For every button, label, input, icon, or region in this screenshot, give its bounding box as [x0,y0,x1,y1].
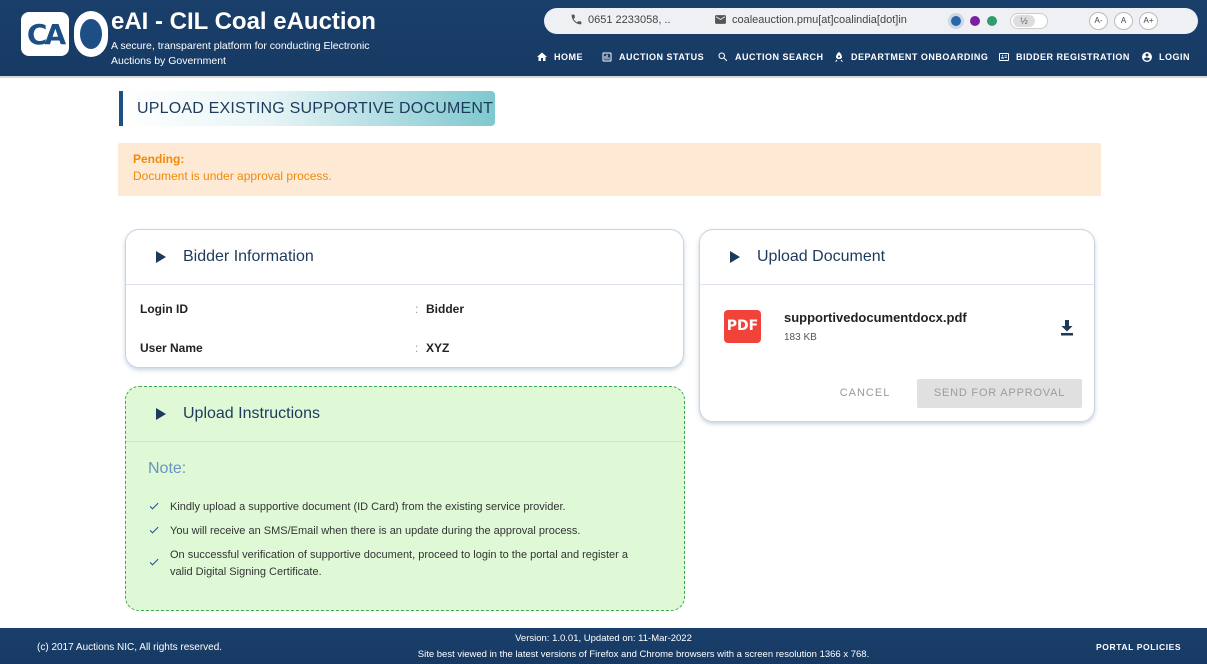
theme-green-dot[interactable] [987,16,997,26]
browser-note: Site best viewed in the latest versions … [417,649,870,660]
upload-document-header[interactable]: Upload Document [700,230,1094,285]
upload-instructions-header[interactable]: Upload Instructions [126,387,684,442]
expand-triangle-icon [156,251,166,263]
email-address: coaleauction.pmu[at]coalindia[dot]in [732,13,907,26]
nav-department-onboarding[interactable]: DEPARTMENT ONBOARDING [833,50,988,64]
login-id-label: Login ID [140,302,188,316]
bidder-information-header[interactable]: Bidder Information [126,230,683,285]
email-contact[interactable]: coaleauction.pmu[at]coalindia[dot]in [714,13,907,26]
chart-icon [602,52,612,62]
send-for-approval-button[interactable]: SEND FOR APPROVAL [917,379,1082,408]
upload-document-title: Upload Document [757,248,886,265]
theme-purple-dot[interactable] [970,16,980,26]
nav-login[interactable]: LOGIN [1141,50,1190,64]
check-icon [149,502,159,510]
page-title: UPLOAD EXISTING SUPPORTIVE DOCUMENT [119,91,495,126]
note-title: Note: [148,460,187,477]
mail-icon [715,15,726,24]
nav-bidder-registration-label: BIDDER REGISTRATION [1016,52,1130,62]
eauction-logo[interactable]: CA [21,12,69,56]
id-card-icon [999,53,1009,61]
user-circle-icon [1142,52,1152,62]
nav-department-onboarding-label: DEPARTMENT ONBOARDING [851,52,989,62]
site-title: eAI - CIL Coal eAuction [111,8,376,35]
nav-auction-search[interactable]: AUCTION SEARCH [717,50,824,64]
portal-policies-link[interactable]: PORTAL POLICIES [1096,642,1181,652]
colon-separator: : [415,341,419,355]
check-icon [149,526,159,534]
bidder-information-card: Bidder Information Login ID : Bidder Use… [125,229,684,368]
nav-auction-search-label: AUCTION SEARCH [735,52,824,62]
bidder-information-title: Bidder Information [183,248,314,265]
contrast-toggle[interactable]: ½ [1010,13,1048,29]
version-text: Version: 1.0.01, Updated on: 11-Mar-2022 [515,633,692,644]
pending-alert: Pending: Document is under approval proc… [118,143,1101,196]
download-icon[interactable] [1060,320,1074,336]
utility-bar: 0651 2233058, .. coaleauction.pmu[at]coa… [544,8,1198,34]
phone-number: 0651 2233058, .. [588,13,671,26]
expand-triangle-icon [730,251,740,263]
nav-bidder-registration[interactable]: BIDDER REGISTRATION [998,50,1130,64]
coal-india-emblem-icon [74,11,108,57]
search-icon [718,52,728,62]
home-icon [537,52,547,61]
nav-auction-status-label: AUCTION STATUS [619,52,705,62]
upload-instructions-card: Upload Instructions Note: Kindly upload … [125,386,685,611]
file-name: supportivedocumentdocx.pdf [784,310,967,325]
nav-home[interactable]: HOME [536,50,583,64]
login-id-value: Bidder [426,302,465,316]
file-size: 183 KB [784,332,817,343]
font-decrease-button[interactable]: A- [1089,12,1108,30]
phone-contact[interactable]: 0651 2233058, .. [570,13,671,26]
font-increase-button[interactable]: A+ [1139,12,1158,30]
upload-document-card: Upload Document PDF supportivedocumentdo… [699,229,1095,422]
user-name-value: XYZ [426,341,450,355]
theme-blue-dot[interactable] [951,16,961,26]
cancel-button[interactable]: CANCEL [830,379,900,407]
instruction-text: Kindly upload a supportive document (ID … [170,501,566,513]
nav-home-label: HOME [554,52,583,62]
user-name-label: User Name [140,341,203,355]
alert-status: Pending: [133,152,185,166]
site-subtitle: A secure, transparent platform for condu… [111,40,370,67]
site-footer: (c) 2017 Auctions NIC, All rights reserv… [0,628,1207,664]
rocket-icon [835,52,843,62]
font-normal-button[interactable]: A [1114,12,1133,30]
nav-login-label: LOGIN [1159,52,1190,62]
phone-icon [571,14,582,25]
colon-separator: : [415,302,419,316]
instruction-text: You will receive an SMS/Email when there… [170,525,581,537]
pdf-file-icon: PDF [724,310,761,343]
upload-instructions-title: Upload Instructions [183,405,320,422]
alert-message: Document is under approval process. [133,169,332,183]
instruction-text: On successful verification of supportive… [170,549,628,578]
nav-auction-status[interactable]: AUCTION STATUS [601,50,704,64]
expand-triangle-icon [156,408,166,420]
check-icon [149,558,159,566]
site-header: CA eAI - CIL Coal eAuction A secure, tra… [0,0,1207,78]
contrast-icon: ½ [1013,15,1035,27]
